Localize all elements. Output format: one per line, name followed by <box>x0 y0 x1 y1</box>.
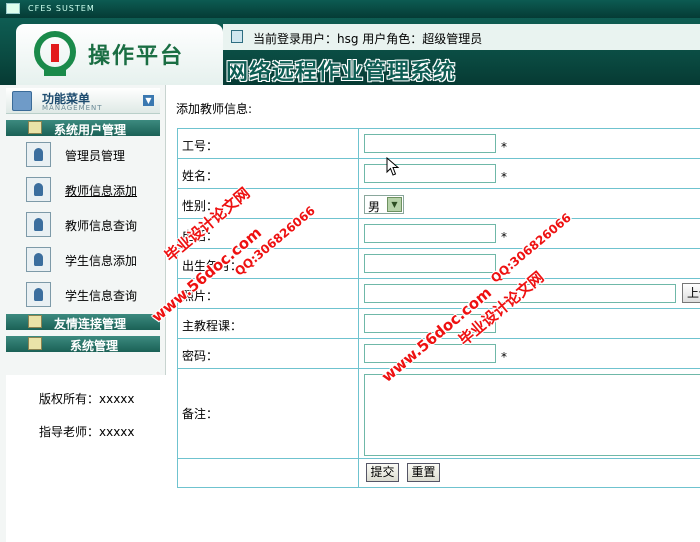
form-label-cell: 性别： <box>178 189 359 218</box>
form-row-remarks: 备注： <box>178 369 700 459</box>
user-card-icon <box>26 282 51 307</box>
upload-button[interactable]: 上传 <box>682 283 700 303</box>
sidebar-item-add-teacher[interactable]: 教师信息添加 <box>26 176 160 204</box>
form-row-phone: 电话： * <box>178 219 700 249</box>
form-label-cell: 工号： <box>178 129 359 158</box>
sidebar-item-add-student[interactable]: 学生信息添加 <box>26 246 160 274</box>
form-label-cell: 备注： <box>178 369 359 458</box>
function-menu-header: 功能菜单 MANAGEMENT ▼ <box>6 88 160 114</box>
required-mark: * <box>501 350 507 364</box>
bank-logo-icon <box>34 31 76 76</box>
form-row-photo: 照片： 上传 <box>178 279 700 309</box>
sidebar-item-admin-management[interactable]: 管理员管理 <box>26 141 160 169</box>
sidebar-footer: 版权所有：xxxxx 指导老师：xxxxx <box>6 375 166 542</box>
section-folder-icon <box>28 337 42 350</box>
form-row-course: 主教程课： <box>178 309 700 339</box>
birth-date-input[interactable] <box>364 254 496 273</box>
user-info-strip: 当前登录用户：hsg 用户角色：超级管理员 <box>223 24 700 50</box>
sidebar-item-query-teacher[interactable]: 教师信息查询 <box>26 211 160 239</box>
form-row-id: 工号： * <box>178 129 700 159</box>
chevron-down-icon[interactable]: ▼ <box>387 197 402 212</box>
photo-path-input[interactable] <box>364 284 676 303</box>
user-card-icon <box>26 212 51 237</box>
add-teacher-form: 工号： * 姓名： * 性别： 男 ▼ 电话： * 出生年月： 照片： 上 主教… <box>177 128 700 488</box>
form-label-cell <box>178 459 359 488</box>
sidebar-item-query-student[interactable]: 学生信息查询 <box>26 281 160 309</box>
submit-button[interactable]: 提交 <box>366 463 399 482</box>
section-folder-icon <box>28 315 42 328</box>
user-card-icon <box>26 142 51 167</box>
form-label-cell: 姓名： <box>178 159 359 188</box>
current-user-info: 当前登录用户：hsg 用户角色：超级管理员 <box>253 32 483 46</box>
field-label: 出生年月： <box>182 259 243 273</box>
section-folder-icon <box>28 121 42 134</box>
required-mark: * <box>501 170 507 184</box>
name-input[interactable] <box>364 164 496 183</box>
main-course-input[interactable] <box>364 314 496 333</box>
reset-button[interactable]: 重置 <box>407 463 440 482</box>
form-label-cell: 主教程课： <box>178 309 359 338</box>
document-icon <box>231 30 243 43</box>
form-label-cell: 电话： <box>178 219 359 248</box>
section-system-users[interactable]: 系统用户管理 <box>6 120 160 137</box>
menu-book-icon <box>12 91 32 111</box>
employee-id-input[interactable] <box>364 134 496 153</box>
section-label: 友情连接管理 <box>54 317 127 331</box>
menu-subtitle: MANAGEMENT <box>42 104 103 112</box>
user-card-icon <box>26 247 51 272</box>
window-title-bar: CFES SUSTEM <box>0 0 700 18</box>
window-app-icon <box>6 3 20 14</box>
remarks-textarea[interactable] <box>364 374 700 456</box>
page-title: 添加教师信息: <box>176 102 253 116</box>
field-label: 备注： <box>182 407 219 421</box>
field-label: 工号： <box>182 139 219 153</box>
required-mark: * <box>501 140 507 154</box>
form-row-birth: 出生年月： <box>178 249 700 279</box>
form-label-cell: 密码： <box>178 339 359 368</box>
field-label: 照片： <box>182 289 219 303</box>
sidebar-item-label: 教师信息查询 <box>65 219 138 233</box>
form-row-actions: 提交 重置 <box>178 459 700 488</box>
section-friend-links[interactable]: 友情连接管理 <box>6 314 160 331</box>
section-label: 系统管理 <box>70 339 119 353</box>
gender-select[interactable]: 男 ▼ <box>364 195 404 214</box>
sidebar-item-label: 学生信息添加 <box>65 254 138 268</box>
sidebar-item-label: 教师信息添加 <box>65 184 138 198</box>
copyright-text: 版权所有：xxxxx <box>39 392 135 406</box>
field-label: 电话： <box>182 229 219 243</box>
mouse-cursor-icon <box>386 157 400 176</box>
required-mark: * <box>501 230 507 244</box>
field-label: 性别： <box>182 199 219 213</box>
system-title: 网络远程作业管理系统 <box>226 59 457 85</box>
field-label: 密码： <box>182 349 219 363</box>
section-label: 系统用户管理 <box>54 123 127 137</box>
form-row-gender: 性别： 男 ▼ <box>178 189 700 219</box>
user-card-icon <box>26 177 51 202</box>
logo-text: 操作平台 <box>88 43 185 69</box>
collapse-chevron-icon[interactable]: ▼ <box>143 95 154 106</box>
gender-selected-value: 男 <box>368 200 381 214</box>
sidebar-item-label: 学生信息查询 <box>65 289 138 303</box>
sidebar: 功能菜单 MANAGEMENT ▼ 系统用户管理 管理员管理 教师信息添加 教师… <box>0 85 166 542</box>
field-label: 主教程课： <box>182 319 243 333</box>
sidebar-item-label: 管理员管理 <box>65 149 126 163</box>
main-content: 添加教师信息: 工号： * 姓名： * 性别： 男 ▼ 电话： * 出生年月： … <box>166 85 700 542</box>
section-system-management[interactable]: 系统管理 <box>6 336 160 353</box>
advisor-text: 指导老师：xxxxx <box>39 425 135 439</box>
logo-panel: 操作平台 <box>16 24 223 85</box>
window-title: CFES SUSTEM <box>28 4 95 13</box>
phone-input[interactable] <box>364 224 496 243</box>
app-header: 操作平台 当前登录用户：hsg 用户角色：超级管理员 网络远程作业管理系统 <box>0 18 700 85</box>
form-row-name: 姓名： * <box>178 159 700 189</box>
password-input[interactable] <box>364 344 496 363</box>
field-label: 姓名： <box>182 169 219 183</box>
form-label-cell: 出生年月： <box>178 249 359 278</box>
form-label-cell: 照片： <box>178 279 359 308</box>
form-row-password: 密码： * <box>178 339 700 369</box>
